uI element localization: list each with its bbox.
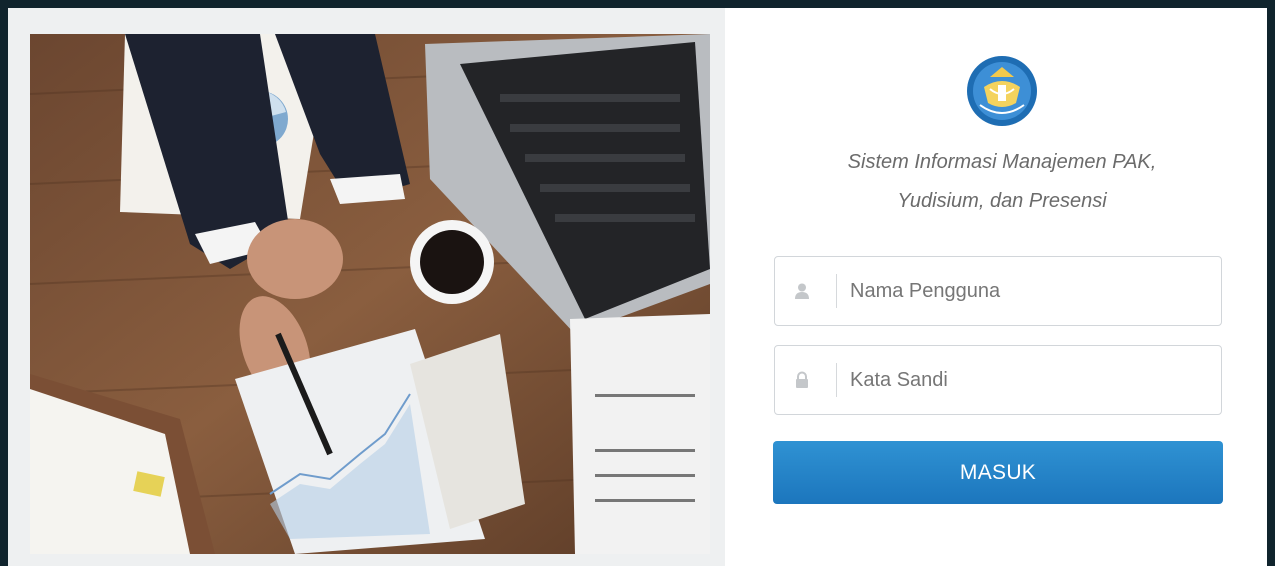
password-field[interactable] [774,345,1222,415]
app-title-line-1: Sistem Informasi Manajemen PAK, [847,151,1157,173]
app-title-line-2: Yudisium, dan Presensi [897,190,1107,212]
user-icon [795,283,809,299]
lock-icon [796,371,808,388]
password-divider [836,363,837,397]
page-frame: Sistem Informasi Manajemen PAK, Yudisium… [8,8,1267,566]
hero-image-panel [8,8,725,566]
username-field[interactable] [774,256,1222,326]
login-panel: Sistem Informasi Manajemen PAK, Yudisium… [725,8,1267,566]
login-button[interactable]: MASUK [773,441,1223,504]
kemdikbud-logo [967,56,1037,126]
hero-photo [30,34,710,554]
username-divider [836,274,837,308]
password-input[interactable] [850,346,1210,414]
username-input[interactable] [850,257,1210,325]
